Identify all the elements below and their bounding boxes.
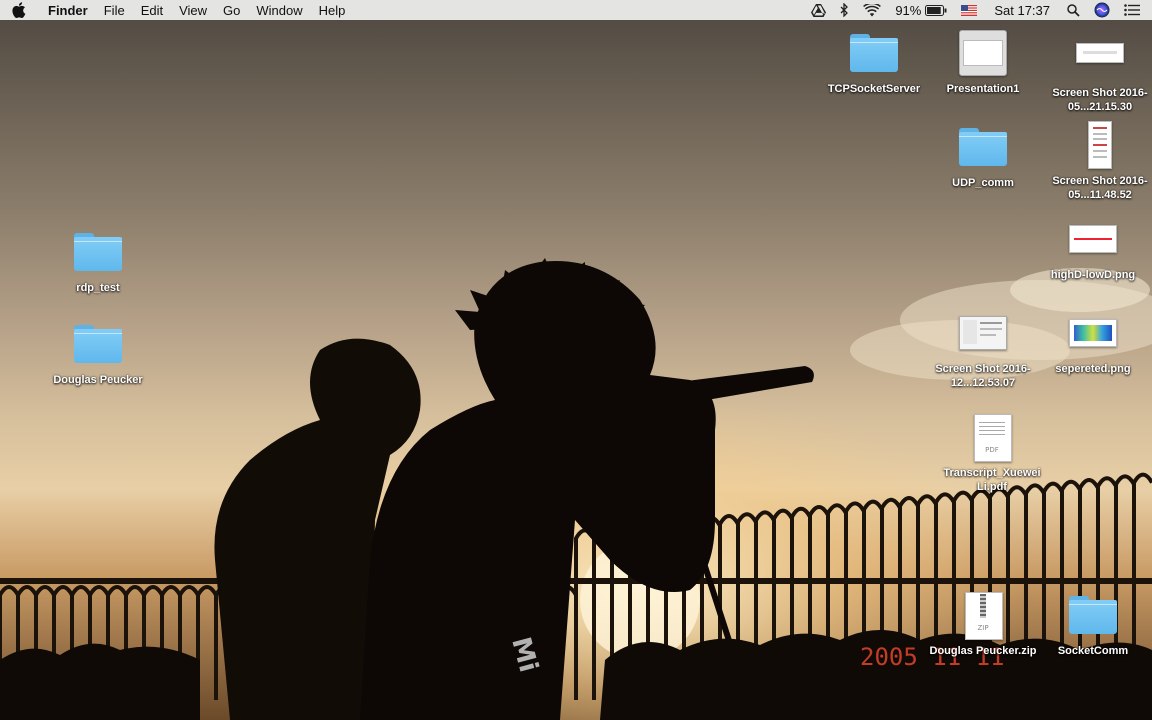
file-type-label: PDF	[985, 446, 999, 454]
menu-file[interactable]: File	[96, 3, 133, 18]
menu-help[interactable]: Help	[311, 3, 354, 18]
clock[interactable]: Sat 17:37	[984, 0, 1060, 20]
folder-icon	[1069, 596, 1117, 634]
file-type-label: ZIP	[977, 624, 989, 632]
menu-view[interactable]: View	[171, 3, 215, 18]
desktop-item-label: Douglas Peucker	[53, 374, 143, 386]
desktop-item-douglas-peucker-zip[interactable]: ZIP Douglas Peucker.zip	[927, 588, 1039, 658]
desktop-item-transcript-pdf[interactable]: PDF Transcript_Xuewei Li.pdf	[936, 410, 1048, 494]
pdf-file-icon: PDF	[974, 414, 1012, 462]
desktop-item-label: rdp_test	[76, 282, 120, 294]
menu-go[interactable]: Go	[215, 3, 248, 18]
desktop-item-label: sepereted.png	[1055, 363, 1131, 375]
battery-icon	[925, 4, 947, 16]
battery-percent: 91%	[895, 2, 922, 18]
google-drive-icon[interactable]	[804, 0, 833, 20]
desktop-item-presentation1[interactable]: Presentation1	[927, 26, 1039, 96]
desktop-item-screenshot-211530[interactable]: Screen Shot 2016-05...21.15.30	[1044, 26, 1152, 114]
image-file-icon	[1069, 319, 1117, 347]
desktop-item-highd-lowd-png[interactable]: highD-lowD.png	[1037, 212, 1149, 282]
presentation-file-icon	[959, 30, 1007, 76]
status-area: 91% Sat 17:37	[804, 0, 1152, 20]
menu-finder[interactable]: Finder	[44, 3, 96, 18]
battery-indicator[interactable]: 91%	[888, 0, 954, 20]
image-file-icon	[1069, 225, 1117, 253]
folder-icon	[850, 34, 898, 72]
desktop-item-rdp-test[interactable]: rdp_test	[42, 225, 154, 295]
us-flag-input-source-icon[interactable]	[954, 0, 984, 20]
menu-window[interactable]: Window	[248, 3, 310, 18]
menu-bar: Finder File Edit View Go Window Help 91%…	[0, 0, 1152, 20]
desktop-item-udp-comm[interactable]: UDP_comm	[927, 120, 1039, 190]
folder-icon	[74, 325, 122, 363]
screenshot-thumbnail-icon	[1088, 121, 1112, 169]
notification-center-icon[interactable]	[1117, 0, 1152, 20]
desktop-item-label: TCPSocketServer	[827, 83, 921, 95]
desktop-item-tcpsocketserver[interactable]: TCPSocketServer	[818, 26, 930, 96]
zip-archive-icon: ZIP	[965, 592, 1003, 640]
desktop-item-label: Transcript_Xuewei Li.pdf	[943, 467, 1041, 493]
desktop-item-screenshot-114852[interactable]: Screen Shot 2016-05...11.48.52	[1044, 118, 1152, 202]
screenshot-thumbnail-icon	[1076, 43, 1124, 63]
bluetooth-icon[interactable]	[833, 0, 856, 20]
desktop-item-label: Douglas Peucker.zip	[929, 645, 1037, 657]
desktop-item-socketcomm[interactable]: SocketComm	[1037, 588, 1149, 658]
siri-icon[interactable]	[1087, 0, 1117, 20]
wifi-icon[interactable]	[856, 0, 888, 20]
desktop-item-label: UDP_comm	[952, 177, 1014, 189]
desktop-item-douglas-peucker[interactable]: Douglas Peucker	[42, 317, 154, 387]
menu-edit[interactable]: Edit	[133, 3, 171, 18]
folder-icon	[74, 233, 122, 271]
desktop-item-label: Screen Shot 2016-05...21.15.30	[1052, 87, 1148, 113]
desktop-item-screenshot-125307[interactable]: Screen Shot 2016-12...12.53.07	[927, 306, 1039, 390]
screenshot-thumbnail-icon	[959, 316, 1007, 350]
folder-icon	[959, 128, 1007, 166]
spotlight-search-icon[interactable]	[1060, 0, 1087, 20]
desktop-item-label: SocketComm	[1057, 645, 1129, 657]
desktop-item-label: Screen Shot 2016-05...11.48.52	[1052, 175, 1148, 201]
desktop-item-sepereted-png[interactable]: sepereted.png	[1037, 306, 1149, 376]
desktop-item-label: Screen Shot 2016-12...12.53.07	[935, 363, 1031, 389]
desktop-item-label: highD-lowD.png	[1050, 269, 1136, 281]
apple-logo-icon[interactable]	[12, 2, 34, 18]
desktop-item-label: Presentation1	[946, 83, 1020, 95]
